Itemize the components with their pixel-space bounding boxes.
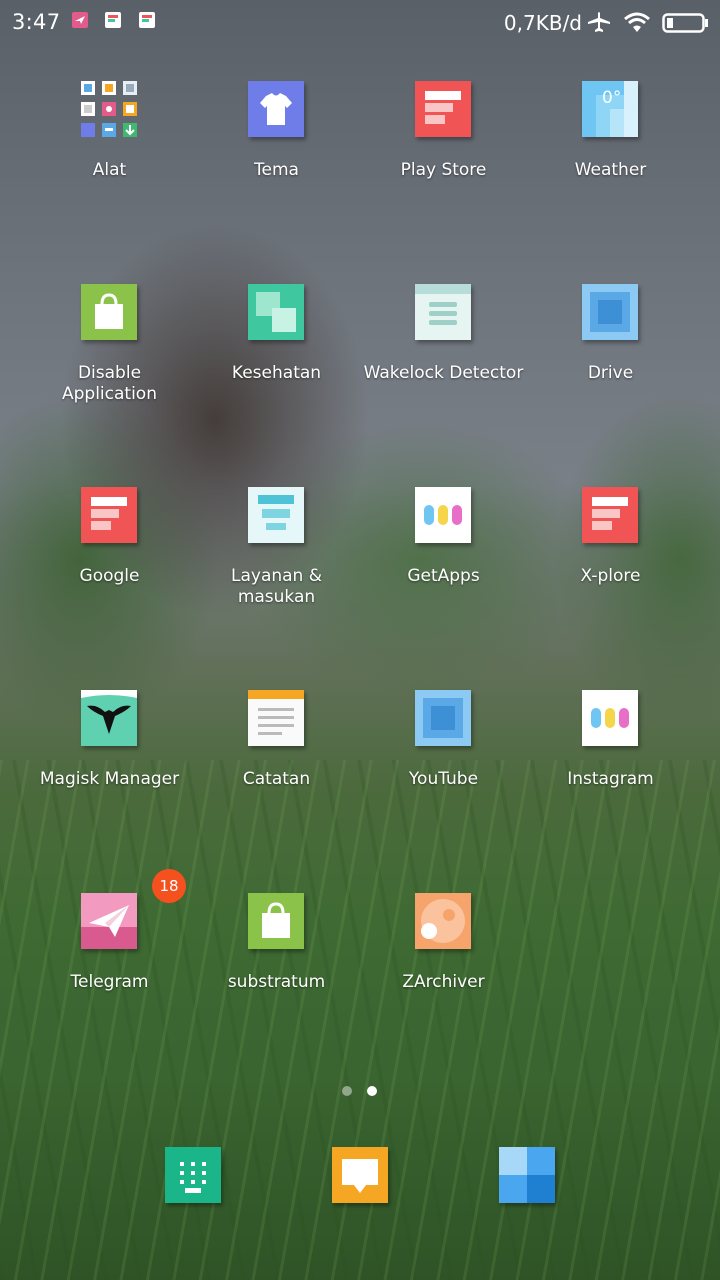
drive-icon (582, 284, 638, 340)
app-label: Drive (587, 363, 634, 383)
page-dot-2-active[interactable] (367, 1086, 377, 1096)
page-indicator (0, 1086, 720, 1098)
app-label: YouTube (408, 769, 479, 789)
xplore-icon (582, 487, 638, 543)
notes-icon (248, 690, 304, 746)
app-label: Alat (92, 160, 127, 180)
bag-icon (81, 284, 137, 340)
youtube-icon (415, 690, 471, 746)
app-label: Kesehatan (231, 363, 322, 383)
app-label: Google (79, 566, 140, 586)
app-label: Disable Application (62, 363, 157, 404)
app-label: Wakelock Detector (363, 363, 524, 383)
app-label: substratum (227, 972, 326, 992)
instagram-icon (582, 690, 638, 746)
play-store-icon (415, 81, 471, 137)
tshirt-icon (248, 81, 304, 137)
getapps-icon (415, 487, 471, 543)
app-label: Telegram (70, 972, 149, 992)
windows-tile-icon[interactable] (499, 1147, 555, 1203)
notification-badge: 18 (152, 869, 186, 903)
app-label: Play Store (400, 160, 487, 180)
weather-icon: 0° (582, 81, 638, 137)
feedback-icon (248, 487, 304, 543)
app-label: X-plore (580, 566, 641, 586)
telegram-icon (81, 893, 137, 949)
health-icon (248, 284, 304, 340)
app-label: Layanan & masukan (231, 566, 322, 607)
app-label: Catatan (242, 769, 311, 789)
app-label: Tema (254, 160, 299, 180)
substratum-icon (248, 893, 304, 949)
app-label: ZArchiver (402, 972, 485, 992)
wakelock-icon (415, 284, 471, 340)
app-label: GetApps (407, 566, 480, 586)
zarchiver-icon (415, 893, 471, 949)
dialer-icon[interactable] (165, 1147, 221, 1203)
magisk-icon (81, 690, 137, 746)
page-dot-1[interactable] (342, 1086, 352, 1096)
google-icon (81, 487, 137, 543)
tools-folder-icon (81, 81, 137, 137)
weather-temp: 0° (602, 88, 622, 108)
app-label: Weather (574, 160, 647, 180)
app-label: Magisk Manager (39, 769, 180, 789)
app-label: Instagram (567, 769, 654, 789)
messages-icon[interactable] (332, 1147, 388, 1203)
